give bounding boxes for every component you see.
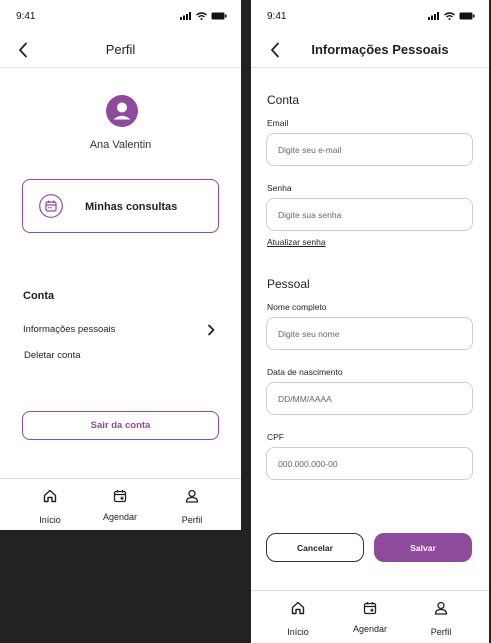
home-icon <box>291 601 305 615</box>
status-icons <box>180 11 227 21</box>
tab-perfil[interactable]: Perfil <box>162 479 222 530</box>
nascimento-label: Data de nascimento <box>267 367 343 377</box>
tab-label: Agendar <box>102 512 138 522</box>
birth-date-field[interactable] <box>266 382 473 415</box>
tab-label: Perfil <box>430 627 452 637</box>
minhas-consultas-button[interactable]: Minhas consultas <box>22 179 219 233</box>
tab-inicio[interactable]: Início <box>20 479 80 530</box>
status-bar: 9:41 <box>0 0 241 32</box>
user-name: Ana Valentin <box>89 139 152 151</box>
minhas-consultas-label: Minhas consultas <box>85 201 178 213</box>
header: Informações Pessoais <box>251 32 489 68</box>
save-button[interactable]: Salvar <box>374 533 472 562</box>
senha-label: Senha <box>267 183 292 193</box>
home-icon <box>43 489 57 503</box>
perfil-screen: 9:41 Perfil Ana Valentin Minhas consulta… <box>0 0 241 530</box>
menu-item-deletar-conta[interactable]: Deletar conta <box>24 350 81 361</box>
tab-label: Agendar <box>352 624 388 634</box>
cpf-field[interactable] <box>266 447 473 480</box>
tab-perfil[interactable]: Perfil <box>411 591 471 643</box>
wifi-icon <box>444 12 455 20</box>
status-bar: 9:41 <box>251 0 489 32</box>
full-name-field[interactable] <box>266 317 473 350</box>
email-label: Email <box>267 118 289 128</box>
update-password-link[interactable]: Atualizar senha <box>267 237 326 247</box>
calendar-plus-icon <box>113 490 127 503</box>
battery-icon <box>211 12 227 20</box>
menu-item-informacoes-pessoais[interactable]: Informações pessoais <box>23 324 215 338</box>
calendar-icon <box>39 194 63 218</box>
logout-button[interactable]: Sair da conta <box>22 411 219 440</box>
user-circle-icon <box>106 95 138 127</box>
cpf-label: CPF <box>267 432 284 442</box>
section-title-pessoal: Pessoal <box>267 277 310 291</box>
user-icon <box>185 489 199 503</box>
page-title: Perfil <box>105 42 136 57</box>
informacoes-pessoais-screen: 9:41 Informações Pessoais Conta Email Se… <box>251 0 489 643</box>
nome-label: Nome completo <box>267 302 327 312</box>
user-icon <box>434 601 448 615</box>
tab-label: Início <box>39 515 61 525</box>
tab-agendar[interactable]: Agendar <box>90 479 150 530</box>
page-title: Informações Pessoais <box>311 42 449 57</box>
section-title-conta: Conta <box>267 93 300 107</box>
password-field[interactable] <box>266 198 473 231</box>
tab-agendar[interactable]: Agendar <box>340 591 400 643</box>
signal-icon <box>428 12 439 20</box>
tab-inicio[interactable]: Início <box>268 591 328 643</box>
status-time: 9:41 <box>16 11 36 22</box>
email-field[interactable] <box>266 133 473 166</box>
menu-item-label: Informações pessoais <box>23 324 116 335</box>
tab-bar: Início Agendar Perfil <box>251 590 489 643</box>
calendar-plus-icon <box>363 602 377 615</box>
tab-label: Início <box>287 627 309 637</box>
header: Perfil <box>0 32 241 68</box>
section-title-conta: Conta <box>23 290 55 302</box>
cancel-button[interactable]: Cancelar <box>266 533 364 562</box>
status-icons <box>428 11 475 21</box>
signal-icon <box>180 12 191 20</box>
chevron-right-icon <box>208 324 215 336</box>
tab-label: Perfil <box>181 515 203 525</box>
battery-icon <box>459 12 475 20</box>
tab-bar: Início Agendar Perfil <box>0 478 241 530</box>
wifi-icon <box>196 12 207 20</box>
status-time: 9:41 <box>267 11 287 22</box>
